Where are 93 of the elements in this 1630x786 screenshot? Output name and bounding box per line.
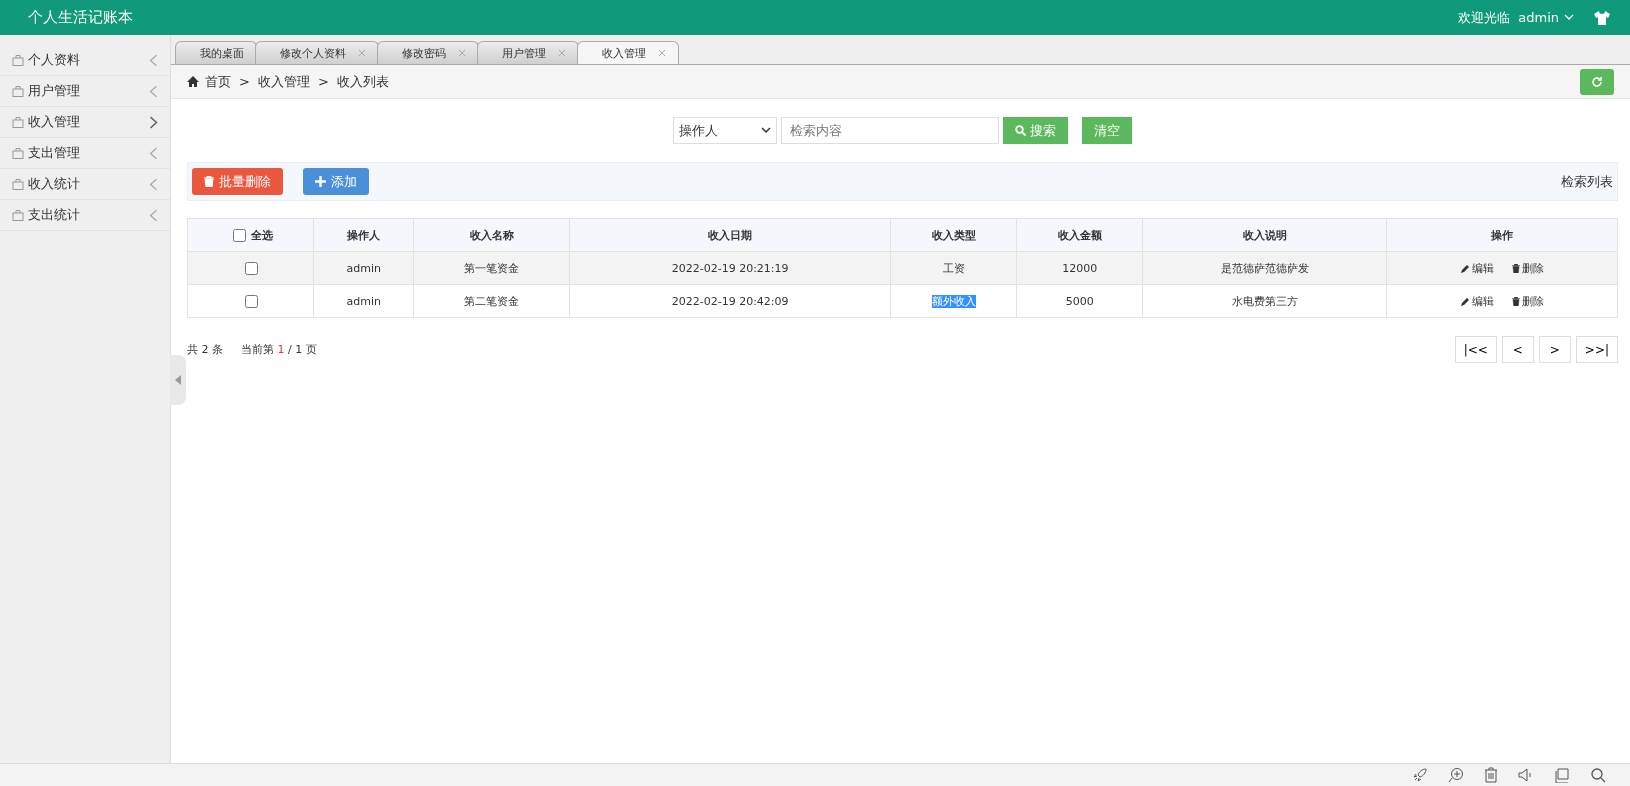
- table-header: 收入日期: [569, 218, 891, 252]
- sidebar-label: 收入管理: [28, 113, 81, 131]
- sidebar-item[interactable]: 支出统计: [0, 200, 170, 231]
- edit-link[interactable]: 编辑: [1460, 260, 1494, 276]
- table-cell: 是范德萨范德萨发: [1220, 261, 1309, 275]
- pencil-icon: [1460, 263, 1470, 273]
- tab-label: 修改个人资料: [280, 45, 346, 61]
- trash-icon: [1511, 263, 1520, 273]
- table-cell: admin: [346, 294, 381, 308]
- collapse-handle[interactable]: [170, 355, 186, 405]
- list-caption: 检索列表: [1561, 172, 1613, 191]
- search-field[interactable]: 检索内容: [781, 117, 999, 144]
- select-all-checkbox[interactable]: [232, 228, 246, 242]
- page-button[interactable]: >: [1538, 336, 1571, 363]
- table-header: 收入说明: [1142, 218, 1387, 252]
- breadcrumb-link[interactable]: 首页: [205, 72, 231, 91]
- sidebar-item[interactable]: 用户管理: [0, 76, 170, 107]
- user-menu[interactable]: admin: [1518, 10, 1574, 25]
- caret-icon: [761, 127, 771, 134]
- row-checkbox[interactable]: [244, 261, 258, 275]
- welcome-text: 欢迎光临: [1458, 8, 1511, 27]
- plus-icon: [315, 176, 326, 187]
- shirt-icon[interactable]: [1594, 10, 1610, 25]
- table-cell: 5000: [1065, 294, 1094, 308]
- table-cell: 水电费第三方: [1231, 294, 1298, 308]
- batch-delete-button[interactable]: 批量删除: [192, 168, 283, 195]
- page-info: 当前第 1 / 1 页: [241, 342, 317, 357]
- triangle-left-icon: [175, 375, 181, 385]
- search-icon: [1015, 125, 1026, 136]
- tab-label: 用户管理: [502, 45, 546, 61]
- breadcrumb-link[interactable]: 收入列表: [336, 72, 389, 91]
- tab[interactable]: 用户管理: [477, 41, 579, 64]
- tab[interactable]: 我的桌面: [175, 41, 257, 64]
- table-header: 操作人: [313, 218, 414, 252]
- row-checkbox[interactable]: [244, 294, 258, 308]
- table-cell: 2022-02-19 20:21:19: [671, 261, 789, 275]
- table-cell: 工资: [942, 261, 965, 275]
- speaker-icon[interactable]: [1518, 767, 1534, 783]
- refresh-icon: [1591, 75, 1603, 88]
- tab-label: 我的桌面: [200, 45, 244, 61]
- page-button[interactable]: |<<: [1454, 336, 1497, 363]
- table-cell: admin: [346, 261, 381, 275]
- windows-icon[interactable]: [1554, 767, 1570, 783]
- table-cell: 第一笔资金: [464, 261, 520, 275]
- field-select[interactable]: 操作人: [673, 117, 777, 144]
- trash-icon: [204, 176, 214, 187]
- bag-icon: [12, 209, 24, 221]
- sidebar-label: 支出统计: [28, 206, 81, 224]
- tab[interactable]: 修改密码: [377, 41, 479, 64]
- sidebar-item[interactable]: 个人资料: [0, 45, 170, 76]
- table-cell: 2022-02-19 20:42:09: [671, 294, 789, 308]
- table-header: 收入金额: [1016, 218, 1143, 252]
- sidebar-item[interactable]: 支出管理: [0, 138, 170, 169]
- trash-icon[interactable]: [1484, 767, 1498, 783]
- delete-link[interactable]: 删除: [1511, 293, 1544, 309]
- caret-icon: [1564, 14, 1574, 21]
- sidebar-label: 收入统计: [28, 175, 81, 193]
- sidebar-label: 支出管理: [28, 144, 81, 162]
- close-icon[interactable]: [658, 49, 666, 57]
- search-icon[interactable]: [1590, 767, 1606, 783]
- table-header: 收入类型: [890, 218, 1017, 252]
- sidebar-item[interactable]: 收入统计: [0, 169, 170, 200]
- bag-icon: [12, 54, 24, 66]
- app-title: 个人生活记账本: [28, 8, 133, 27]
- sidebar-label: 个人资料: [28, 51, 81, 69]
- page-button[interactable]: <: [1501, 336, 1534, 363]
- table-header: 操作: [1386, 218, 1618, 252]
- total-count: 共 2 条: [187, 342, 223, 357]
- delete-link[interactable]: 删除: [1511, 260, 1544, 276]
- table-cell: 12000: [1062, 261, 1098, 275]
- tab-label: 收入管理: [602, 45, 646, 61]
- breadcrumb-separator: >: [239, 74, 250, 89]
- tab-label: 修改密码: [402, 45, 446, 61]
- pencil-icon: [1460, 296, 1470, 306]
- select-all-label: 全选: [250, 227, 273, 243]
- breadcrumb-separator: >: [317, 74, 329, 89]
- table-cell: 第二笔资金: [464, 294, 520, 308]
- edit-link[interactable]: 编辑: [1460, 293, 1494, 309]
- bag-icon: [12, 85, 24, 97]
- breadcrumb-link[interactable]: 收入管理: [257, 72, 310, 91]
- bag-icon: [12, 116, 24, 128]
- page-button[interactable]: >>|: [1575, 336, 1618, 363]
- sidebar-label: 用户管理: [28, 82, 81, 100]
- refresh-button[interactable]: [1580, 68, 1614, 95]
- home-icon[interactable]: [187, 76, 199, 87]
- table-cell: 额外收入: [931, 294, 976, 308]
- tab[interactable]: 修改个人资料: [255, 41, 379, 64]
- table-header: 收入名称: [414, 218, 570, 252]
- bag-icon: [12, 178, 24, 190]
- bag-icon: [12, 147, 24, 159]
- tab[interactable]: 收入管理: [577, 41, 679, 64]
- trash-icon: [1511, 296, 1520, 306]
- sidebar-item[interactable]: 收入管理: [0, 107, 170, 138]
